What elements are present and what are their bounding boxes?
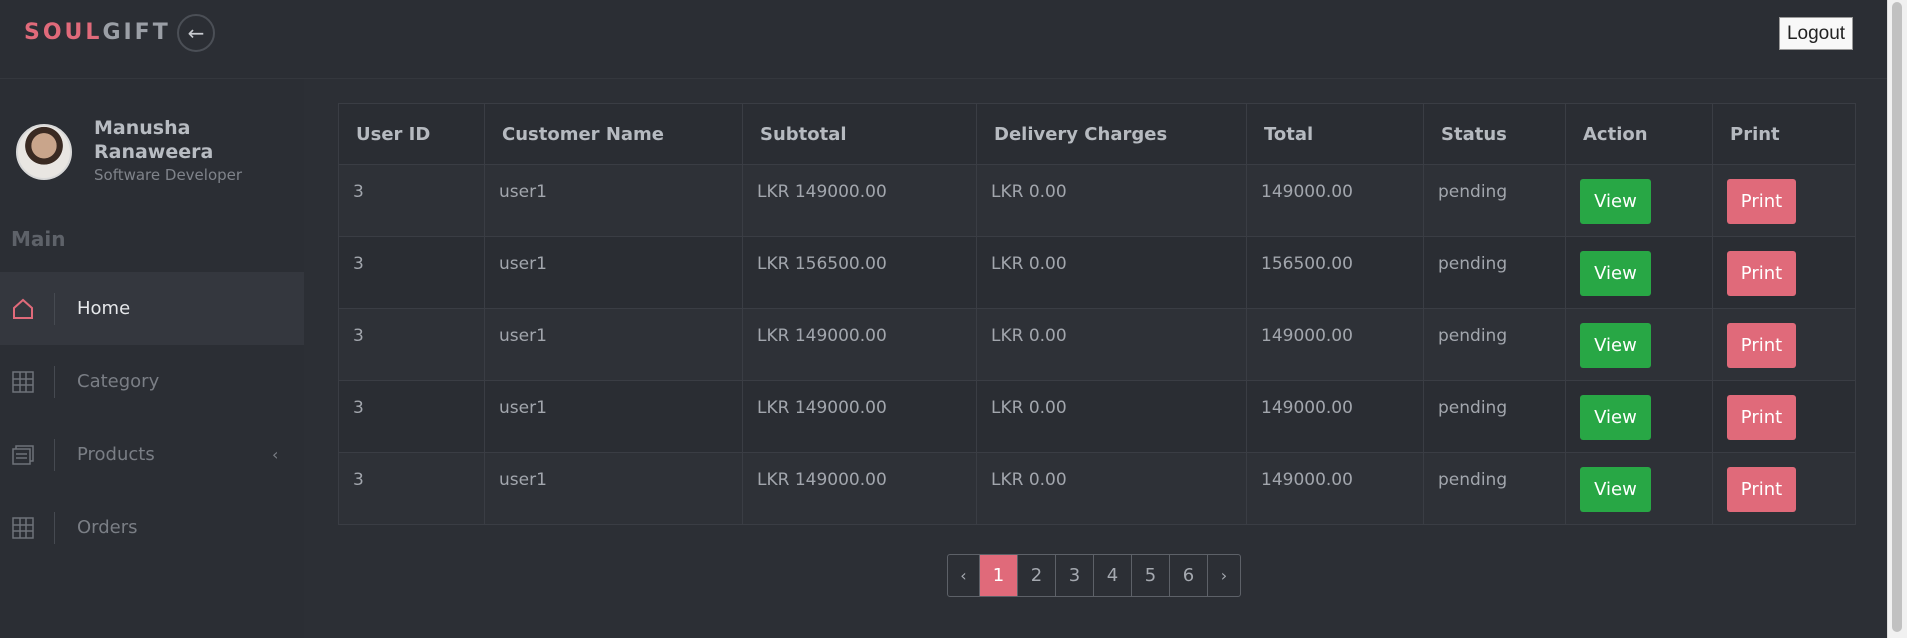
home-icon [12, 298, 34, 320]
column-header-customer-name: Customer Name [484, 103, 743, 165]
column-header-status: Status [1423, 103, 1566, 165]
total-cell: 149000.00 [1261, 470, 1353, 490]
pagination-page-5[interactable]: 5 [1132, 555, 1170, 596]
avatar [16, 124, 72, 180]
total-cell: 149000.00 [1261, 182, 1353, 202]
chevron-left-icon: ‹ [272, 445, 279, 464]
nav-divider [54, 365, 55, 398]
delivery-charges-cell: LKR 0.00 [991, 470, 1067, 490]
customer-name-cell: user1 [499, 182, 547, 202]
delivery-charges-cell: LKR 0.00 [991, 182, 1067, 202]
user-profile: Manusha Ranaweera Software Developer [16, 117, 243, 184]
orders-table-container: User ID Customer Name Subtotal Delivery … [338, 103, 1856, 525]
user-id-cell: 3 [353, 326, 364, 346]
table-row: 3 user1 LKR 149000.00 LKR 0.00 149000.00… [338, 308, 1856, 381]
subtotal-cell: LKR 149000.00 [757, 470, 887, 490]
total-cell: 156500.00 [1261, 254, 1353, 274]
sidebar-item-label: Category [77, 371, 160, 392]
pagination-next-button[interactable]: › [1208, 555, 1240, 596]
grid-icon [12, 370, 34, 393]
pagination: ‹ 1 2 3 4 5 6 › [947, 554, 1241, 597]
sidebar-item-label: Home [77, 298, 131, 319]
delivery-charges-cell: LKR 0.00 [991, 326, 1067, 346]
view-button[interactable]: View [1580, 179, 1651, 224]
customer-name-cell: user1 [499, 326, 547, 346]
sidebar-item-orders[interactable]: Orders [0, 491, 304, 564]
table-row: 3 user1 LKR 149000.00 LKR 0.00 149000.00… [338, 380, 1856, 453]
status-cell: pending [1438, 182, 1508, 202]
brand-part-1: SOUL [24, 20, 103, 45]
column-header-action: Action [1565, 103, 1713, 165]
pagination-page-1[interactable]: 1 [980, 555, 1018, 596]
nav-divider [54, 511, 55, 544]
sidebar-item-label: Orders [77, 517, 138, 538]
sidebar-item-label: Products [77, 444, 155, 465]
column-header-total: Total [1246, 103, 1424, 165]
logout-button[interactable]: Logout [1779, 17, 1853, 50]
orders-table: User ID Customer Name Subtotal Delivery … [338, 103, 1856, 525]
column-header-print: Print [1712, 103, 1856, 165]
profile-name: Manusha Ranaweera [94, 117, 214, 163]
profile-role: Software Developer [94, 166, 243, 184]
subtotal-cell: LKR 149000.00 [757, 398, 887, 418]
table-row: 3 user1 LKR 156500.00 LKR 0.00 156500.00… [338, 236, 1856, 309]
column-header-user-id: User ID [338, 103, 485, 165]
column-header-delivery-charges: Delivery Charges [976, 103, 1247, 165]
delivery-charges-cell: LKR 0.00 [991, 398, 1067, 418]
sidebar-toggle-button[interactable]: ← [177, 14, 215, 52]
table-header-row: User ID Customer Name Subtotal Delivery … [338, 103, 1856, 165]
user-id-cell: 3 [353, 182, 364, 202]
table-row: 3 user1 LKR 149000.00 LKR 0.00 149000.00… [338, 452, 1856, 525]
subtotal-cell: LKR 156500.00 [757, 254, 887, 274]
status-cell: pending [1438, 326, 1508, 346]
brand-part-2: GIFT [102, 20, 171, 45]
subtotal-cell: LKR 149000.00 [757, 182, 887, 202]
customer-name-cell: user1 [499, 398, 547, 418]
print-button[interactable]: Print [1727, 323, 1796, 368]
status-cell: pending [1438, 254, 1508, 274]
user-id-cell: 3 [353, 254, 364, 274]
pagination-prev-button[interactable]: ‹ [948, 555, 980, 596]
customer-name-cell: user1 [499, 470, 547, 490]
print-button[interactable]: Print [1727, 179, 1796, 224]
pagination-page-3[interactable]: 3 [1056, 555, 1094, 596]
status-cell: pending [1438, 398, 1508, 418]
total-cell: 149000.00 [1261, 326, 1353, 346]
arrow-left-icon: ← [187, 21, 205, 45]
view-button[interactable]: View [1580, 251, 1651, 296]
sidebar-item-home[interactable]: Home [0, 272, 304, 345]
view-button[interactable]: View [1580, 323, 1651, 368]
view-button[interactable]: View [1580, 467, 1651, 512]
table-row: 3 user1 LKR 149000.00 LKR 0.00 149000.00… [338, 164, 1856, 237]
subtotal-cell: LKR 149000.00 [757, 326, 887, 346]
print-button[interactable]: Print [1727, 395, 1796, 440]
customer-name-cell: user1 [499, 254, 547, 274]
top-bar: SOULGIFT ← Logout [0, 0, 1888, 79]
pagination-page-6[interactable]: 6 [1170, 555, 1208, 596]
sidebar-item-category[interactable]: Category [0, 345, 304, 418]
user-id-cell: 3 [353, 470, 364, 490]
print-button[interactable]: Print [1727, 251, 1796, 296]
layers-icon [12, 444, 34, 466]
page-scrollbar[interactable] [1887, 0, 1907, 638]
status-cell: pending [1438, 470, 1508, 490]
sidebar-section-label: Main [11, 227, 66, 251]
scrollbar-thumb[interactable] [1892, 2, 1902, 632]
column-header-subtotal: Subtotal [742, 103, 977, 165]
pagination-page-2[interactable]: 2 [1018, 555, 1056, 596]
grid-icon [12, 516, 34, 539]
print-button[interactable]: Print [1727, 467, 1796, 512]
brand-logo[interactable]: SOULGIFT [24, 20, 171, 45]
nav-divider [54, 438, 55, 471]
delivery-charges-cell: LKR 0.00 [991, 254, 1067, 274]
nav-divider [54, 292, 55, 325]
sidebar-item-products[interactable]: Products ‹ [0, 418, 304, 491]
view-button[interactable]: View [1580, 395, 1651, 440]
user-id-cell: 3 [353, 398, 364, 418]
pagination-page-4[interactable]: 4 [1094, 555, 1132, 596]
total-cell: 149000.00 [1261, 398, 1353, 418]
